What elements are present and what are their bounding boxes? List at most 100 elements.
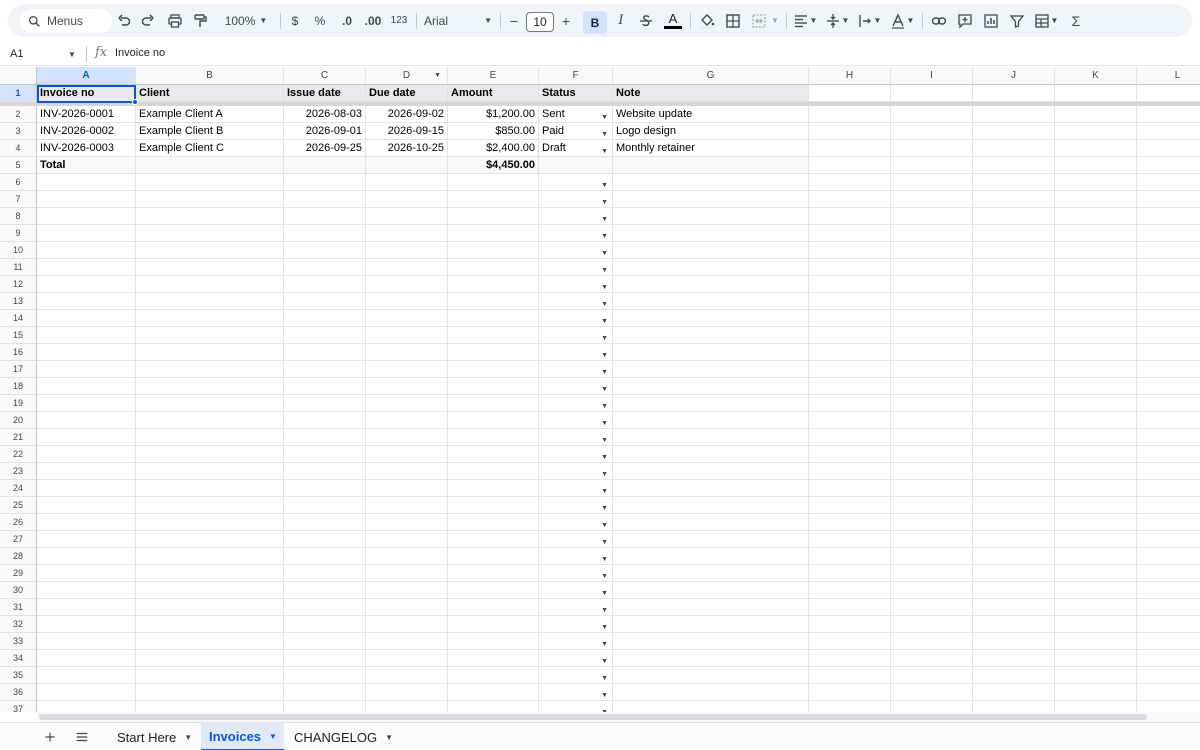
- cell[interactable]: [136, 259, 284, 276]
- cell[interactable]: [613, 497, 809, 514]
- cell[interactable]: [1055, 85, 1137, 102]
- dropdown-arrow-icon[interactable]: ▼: [601, 671, 608, 683]
- cell[interactable]: [448, 514, 539, 531]
- dropdown-arrow-icon[interactable]: ▼: [601, 399, 608, 411]
- header-cell[interactable]: Status: [539, 85, 613, 102]
- cell[interactable]: [613, 395, 809, 412]
- chevron-down-icon[interactable]: ▼: [68, 50, 76, 59]
- cell[interactable]: [284, 701, 366, 712]
- bold-button[interactable]: B: [583, 11, 607, 34]
- cell[interactable]: [891, 701, 973, 712]
- row-header-33[interactable]: 33: [0, 633, 37, 650]
- row-header-8[interactable]: 8: [0, 208, 37, 225]
- cell[interactable]: [1055, 429, 1137, 446]
- all-sheets-button[interactable]: [70, 723, 94, 750]
- cell[interactable]: [448, 684, 539, 701]
- column-header-f[interactable]: F: [539, 67, 613, 85]
- status-dropdown[interactable]: ▼: [539, 531, 613, 548]
- row-header-11[interactable]: 11: [0, 259, 37, 276]
- status-dropdown[interactable]: ▼: [539, 191, 613, 208]
- cell[interactable]: [284, 514, 366, 531]
- dropdown-arrow-icon[interactable]: ▼: [601, 280, 608, 292]
- status-dropdown[interactable]: ▼: [539, 310, 613, 327]
- cell[interactable]: [284, 531, 366, 548]
- cell[interactable]: [891, 208, 973, 225]
- cell[interactable]: [284, 480, 366, 497]
- cell[interactable]: [809, 310, 891, 327]
- cell[interactable]: [809, 480, 891, 497]
- cell[interactable]: [284, 259, 366, 276]
- row-header-6[interactable]: 6: [0, 174, 37, 191]
- cell[interactable]: [284, 565, 366, 582]
- cell[interactable]: [613, 174, 809, 191]
- status-dropdown[interactable]: ▼: [539, 429, 613, 446]
- cell[interactable]: [809, 463, 891, 480]
- cell[interactable]: [136, 514, 284, 531]
- cell[interactable]: [448, 276, 539, 293]
- cell[interactable]: [448, 310, 539, 327]
- cell[interactable]: [136, 191, 284, 208]
- header-cell[interactable]: Amount: [448, 85, 539, 102]
- cell[interactable]: [973, 191, 1055, 208]
- cell[interactable]: [448, 531, 539, 548]
- cell[interactable]: [891, 157, 973, 174]
- cell[interactable]: [891, 514, 973, 531]
- cell[interactable]: [613, 701, 809, 712]
- dropdown-arrow-icon[interactable]: ▼: [601, 365, 608, 377]
- status-dropdown[interactable]: ▼: [539, 616, 613, 633]
- cell[interactable]: [973, 225, 1055, 242]
- row-header-25[interactable]: 25: [0, 497, 37, 514]
- cell[interactable]: [1055, 276, 1137, 293]
- cell[interactable]: [1055, 395, 1137, 412]
- row-header-13[interactable]: 13: [0, 293, 37, 310]
- cell[interactable]: [891, 378, 973, 395]
- data-cell[interactable]: $850.00: [448, 123, 539, 140]
- cell[interactable]: [366, 446, 448, 463]
- status-dropdown[interactable]: ▼: [539, 633, 613, 650]
- cell[interactable]: [973, 293, 1055, 310]
- cell[interactable]: [809, 106, 891, 123]
- row-header-32[interactable]: 32: [0, 616, 37, 633]
- cell[interactable]: [973, 361, 1055, 378]
- cell[interactable]: [37, 514, 136, 531]
- dropdown-arrow-icon[interactable]: ▼: [601, 518, 608, 530]
- column-header-k[interactable]: K: [1055, 67, 1137, 85]
- cell[interactable]: [809, 701, 891, 712]
- decrease-decimals-button[interactable]: .0: [336, 4, 358, 37]
- cell[interactable]: [973, 633, 1055, 650]
- cell[interactable]: [366, 395, 448, 412]
- cell[interactable]: [973, 701, 1055, 712]
- column-header-h[interactable]: H: [809, 67, 891, 85]
- row-header-26[interactable]: 26: [0, 514, 37, 531]
- cell[interactable]: [1137, 191, 1200, 208]
- cell[interactable]: [891, 361, 973, 378]
- cell[interactable]: [366, 582, 448, 599]
- cell[interactable]: [973, 446, 1055, 463]
- cell[interactable]: [136, 616, 284, 633]
- row-header-20[interactable]: 20: [0, 412, 37, 429]
- cell[interactable]: [448, 616, 539, 633]
- menus-search-button[interactable]: Menus: [20, 9, 112, 33]
- cell[interactable]: [1055, 310, 1137, 327]
- row-header-18[interactable]: 18: [0, 378, 37, 395]
- cell[interactable]: [1137, 123, 1200, 140]
- cell[interactable]: [366, 429, 448, 446]
- cell[interactable]: [136, 497, 284, 514]
- cell[interactable]: [1137, 174, 1200, 191]
- row-header-21[interactable]: 21: [0, 429, 37, 446]
- status-dropdown[interactable]: ▼: [539, 463, 613, 480]
- cell[interactable]: [284, 582, 366, 599]
- cell[interactable]: [809, 293, 891, 310]
- cell[interactable]: [448, 463, 539, 480]
- cell[interactable]: [136, 599, 284, 616]
- cell[interactable]: [1137, 497, 1200, 514]
- cell[interactable]: [973, 514, 1055, 531]
- vertical-align-button[interactable]: ▼: [822, 4, 852, 37]
- column-header-b[interactable]: B: [136, 67, 284, 85]
- cell[interactable]: [37, 616, 136, 633]
- cell[interactable]: [1137, 633, 1200, 650]
- cell[interactable]: [973, 531, 1055, 548]
- cell[interactable]: [1055, 616, 1137, 633]
- cell[interactable]: [366, 531, 448, 548]
- cell[interactable]: [366, 259, 448, 276]
